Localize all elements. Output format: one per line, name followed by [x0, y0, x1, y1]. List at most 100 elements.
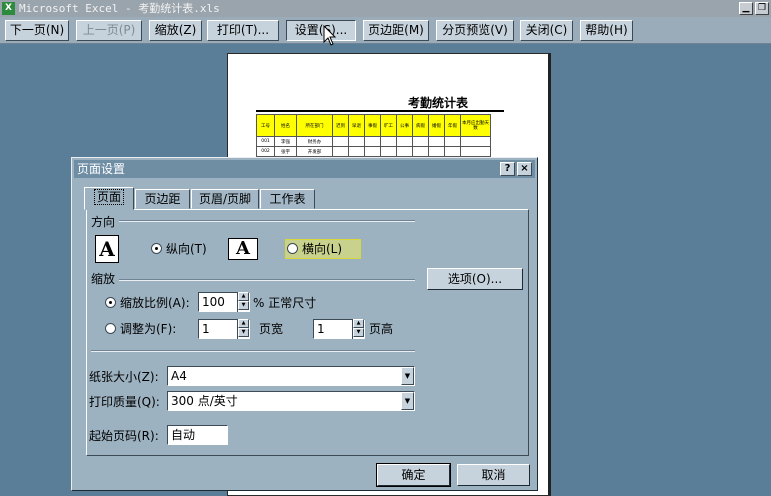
zoom-button[interactable]: 缩放(Z): [149, 20, 202, 41]
previous-page-button[interactable]: 上一页(P): [76, 20, 142, 41]
tab-header-footer[interactable]: 页眉/页脚: [191, 189, 259, 209]
first-page-number-label: 起始页码(R):: [89, 429, 159, 443]
spin-up-icon[interactable]: ▲: [353, 319, 364, 328]
paper-size-select[interactable]: A4 ▼: [167, 366, 415, 386]
minimize-icon: ▁: [742, 3, 750, 13]
excel-icon: X: [2, 2, 15, 15]
help-button[interactable]: 帮助(H): [580, 20, 633, 41]
dialog-help-button[interactable]: ?: [500, 162, 515, 176]
scaling-divider: [119, 279, 415, 281]
chevron-down-icon[interactable]: ▼: [401, 367, 414, 385]
spin-down-icon[interactable]: ▼: [353, 328, 364, 337]
fit-pages-wide-input[interactable]: 1 ▲ ▼: [198, 319, 250, 339]
sheet-header-cell: 早退: [348, 114, 365, 137]
sheet-header-row: 工号 姓名 所在部门 迟到 早退 事假 旷工 公事 病假 婚假 年假 本月应出勤…: [256, 114, 491, 137]
question-icon: ?: [504, 163, 511, 174]
next-page-button[interactable]: 下一页(N): [5, 20, 69, 41]
sheet-header-cell: 旷工: [380, 114, 397, 137]
adjust-to-radio[interactable]: [105, 297, 116, 308]
orientation-divider: [119, 220, 415, 222]
tab-margins[interactable]: 页边距: [135, 189, 190, 209]
sheet-header-cell: 所在部门: [296, 114, 333, 137]
sheet-header-cell: 病假: [412, 114, 429, 137]
dialog-title-bar: 页面设置 ? ×: [74, 160, 535, 178]
scale-percent-value: 100: [202, 295, 225, 309]
mouse-cursor-icon: [323, 25, 337, 46]
ok-button[interactable]: 确定: [376, 463, 451, 487]
paper-size-label: 纸张大小(Z):: [89, 370, 159, 384]
sheet-header-cell: 迟到: [332, 114, 349, 137]
sheet-header-cell: 姓名: [274, 114, 297, 137]
spin-up-icon[interactable]: ▲: [238, 319, 249, 328]
dialog-title: 页面设置: [77, 162, 126, 176]
window-title: Microsoft Excel - 考勤统计表.xls: [19, 2, 220, 15]
landscape-label[interactable]: 横向(L): [302, 240, 342, 257]
minimize-button[interactable]: ▁: [739, 2, 753, 15]
landscape-radio[interactable]: [287, 243, 298, 254]
sheet-cell: 财务办: [296, 136, 333, 147]
cancel-button[interactable]: 取消: [457, 464, 530, 486]
tab-page-label: 页面: [93, 189, 124, 205]
first-page-number-value: 自动: [171, 428, 196, 442]
sheet-header-cell: 工号: [256, 114, 275, 137]
print-quality-value: 300 点/英寸: [171, 394, 238, 408]
window-title-bar: X Microsoft Excel - 考勤统计表.xls ▁ ❐: [0, 0, 771, 17]
sheet-row: 002 张宇 开发部: [256, 146, 491, 157]
close-icon: ×: [520, 163, 529, 174]
page-break-preview-button[interactable]: 分页预览(V): [436, 20, 514, 41]
scaling-group-label: 缩放: [91, 272, 116, 286]
sheet-cell: 001: [256, 136, 275, 147]
sheet-header-cell: 婚假: [428, 114, 445, 137]
chevron-down-icon[interactable]: ▼: [401, 392, 414, 410]
spin-down-icon[interactable]: ▼: [238, 328, 249, 337]
close-preview-button[interactable]: 关闭(C): [520, 20, 573, 41]
fit-pages-tall-suffix: 页高: [369, 322, 394, 336]
fit-to-label[interactable]: 调整为(F):: [120, 320, 176, 337]
sheet-header-cell: 公事: [396, 114, 413, 137]
margins-button[interactable]: 页边距(M): [363, 20, 429, 41]
sheet-title: 考勤统计表: [408, 96, 469, 110]
restore-icon: ❐: [757, 3, 767, 13]
portrait-page-icon: A: [95, 235, 119, 263]
sheet-table: 工号 姓名 所在部门 迟到 早退 事假 旷工 公事 病假 婚假 年假 本月应出勤…: [256, 114, 491, 157]
restore-button[interactable]: ❐: [755, 2, 769, 15]
print-quality-label: 打印质量(Q):: [89, 395, 160, 409]
sheet-header-cell: 事假: [364, 114, 381, 137]
fit-pages-wide-suffix: 页宽: [259, 322, 284, 336]
scale-percent-stepper[interactable]: ▲ ▼: [237, 292, 249, 312]
sheet-cell: 002: [256, 146, 275, 157]
portrait-label[interactable]: 纵向(T): [166, 240, 207, 257]
sheet-cell: 李强: [274, 136, 297, 147]
tab-panel-page: 方向 A 纵向(T) A 横向(L) 缩放 选项(O)... 缩放比例(A): …: [86, 209, 529, 456]
landscape-page-icon: A: [228, 238, 258, 260]
fit-pages-tall-stepper[interactable]: ▲ ▼: [352, 319, 364, 339]
fit-pages-wide-value: 1: [202, 322, 210, 336]
scale-percent-suffix: % 正常尺寸: [253, 296, 317, 310]
setup-button[interactable]: 设置(S)...: [286, 20, 356, 41]
sheet-cell: 开发部: [296, 146, 333, 157]
page-setup-dialog: 页面设置 ? × 页面 页边距 页眉/页脚 工作表 方向 A 纵向(T) A 横…: [71, 157, 538, 491]
sheet-cell: 张宇: [274, 146, 297, 157]
sheet-title-rule: [256, 110, 504, 112]
print-button[interactable]: 打印(T)...: [207, 20, 279, 41]
portrait-radio[interactable]: [151, 243, 162, 254]
scale-percent-input[interactable]: 100 ▲ ▼: [198, 292, 250, 312]
options-button[interactable]: 选项(O)...: [427, 268, 523, 290]
orientation-group-label: 方向: [91, 215, 116, 229]
tab-page[interactable]: 页面: [84, 187, 134, 210]
print-quality-select[interactable]: 300 点/英寸 ▼: [167, 391, 415, 411]
print-preview-toolbar: 下一页(N) 上一页(P) 缩放(Z) 打印(T)... 设置(S)... 页边…: [0, 17, 771, 44]
spin-up-icon[interactable]: ▲: [238, 292, 249, 301]
tab-sheet[interactable]: 工作表: [260, 189, 315, 209]
spin-down-icon[interactable]: ▼: [238, 301, 249, 310]
fit-pages-wide-stepper[interactable]: ▲ ▼: [237, 319, 249, 339]
sheet-header-cell: 年假: [444, 114, 461, 137]
dialog-close-button[interactable]: ×: [517, 162, 532, 176]
fit-pages-tall-input[interactable]: 1 ▲ ▼: [313, 319, 365, 339]
first-page-number-input[interactable]: 自动: [167, 425, 228, 445]
options-divider: [91, 350, 415, 352]
adjust-to-label[interactable]: 缩放比例(A):: [120, 294, 190, 311]
fit-to-radio[interactable]: [105, 323, 116, 334]
sheet-row: 001 李强 财务办: [256, 136, 491, 147]
paper-size-value: A4: [171, 369, 187, 383]
